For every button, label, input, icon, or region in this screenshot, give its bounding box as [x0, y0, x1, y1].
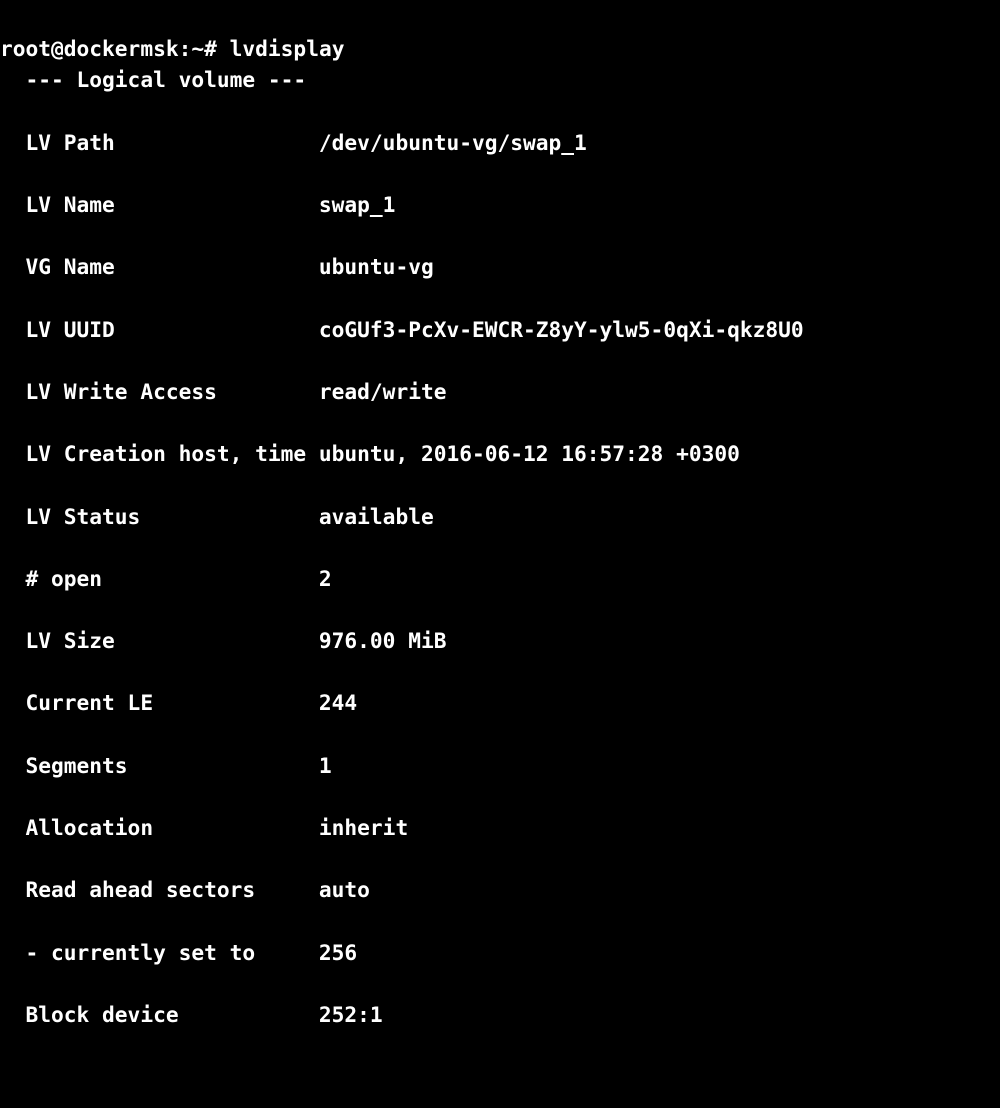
field-value: 976.00 MiB: [319, 628, 447, 653]
field-label: Allocation: [0, 815, 319, 840]
field-value: ubuntu-vg: [319, 254, 434, 279]
lv-field: Block device 252:1: [0, 999, 1000, 1030]
lv-field: LV Write Access read/write: [0, 376, 1000, 407]
lv-field: VG Name ubuntu-vg: [0, 251, 1000, 282]
field-label: Segments: [0, 753, 319, 778]
field-label: VG Name: [0, 254, 319, 279]
lv-field: LV Path /dev/ubuntu-vg/swap_1: [0, 127, 1000, 158]
prompt-user-host: root@dockermsk: [0, 36, 179, 61]
prompt-cwd: ~: [191, 36, 204, 61]
lv-field: - currently set to 256: [0, 937, 1000, 968]
field-label: # open: [0, 566, 319, 591]
field-value: available: [319, 504, 434, 529]
field-value: coGUf3-PcXv-EWCR-Z8yY-ylw5-0qXi-qkz8U0: [319, 317, 804, 342]
lv-field: LV UUID coGUf3-PcXv-EWCR-Z8yY-ylw5-0qXi-…: [0, 314, 1000, 345]
field-label: LV Name: [0, 192, 319, 217]
shell-prompt: root@dockermsk:~# lvdisplay: [0, 36, 344, 61]
field-label: Read ahead sectors: [0, 877, 319, 902]
field-label: LV Path: [0, 130, 319, 155]
lv-field: LV Creation host, time ubuntu, 2016-06-1…: [0, 438, 1000, 469]
lv-field: # open 2: [0, 563, 1000, 594]
lv-field: LV Status available: [0, 501, 1000, 532]
field-label: LV Size: [0, 628, 319, 653]
prompt-command: lvdisplay: [230, 36, 345, 61]
field-label: LV UUID: [0, 317, 319, 342]
lv-field: Read ahead sectors auto: [0, 874, 1000, 905]
blank-line: [0, 1061, 1000, 1092]
field-value: inherit: [319, 815, 408, 840]
prompt-symbol: #: [204, 36, 217, 61]
field-label: Current LE: [0, 690, 319, 715]
lv-field: LV Name swap_1: [0, 189, 1000, 220]
field-label: - currently set to: [0, 940, 319, 965]
field-value: 1: [319, 753, 332, 778]
field-value: 256: [319, 940, 357, 965]
field-value: swap_1: [319, 192, 396, 217]
field-value: read/write: [319, 379, 447, 404]
lv-field: Allocation inherit: [0, 812, 1000, 843]
field-label: LV Creation host, time: [0, 441, 319, 466]
field-label: LV Write Access: [0, 379, 319, 404]
field-value: auto: [319, 877, 370, 902]
lv-field: Segments 1: [0, 750, 1000, 781]
field-label: Block device: [0, 1002, 319, 1027]
lv-field: Current LE 244: [0, 687, 1000, 718]
field-value: 2: [319, 566, 332, 591]
field-value: /dev/ubuntu-vg/swap_1: [319, 130, 587, 155]
field-value: 252:1: [319, 1002, 383, 1027]
terminal-output[interactable]: root@dockermsk:~# lvdisplay --- Logical …: [0, 0, 1000, 1108]
field-label: LV Status: [0, 504, 319, 529]
field-value: ubuntu, 2016-06-12 16:57:28 +0300: [319, 441, 740, 466]
field-value: 244: [319, 690, 357, 715]
lv-field: LV Size 976.00 MiB: [0, 625, 1000, 656]
lv-header: --- Logical volume ---: [0, 64, 1000, 95]
